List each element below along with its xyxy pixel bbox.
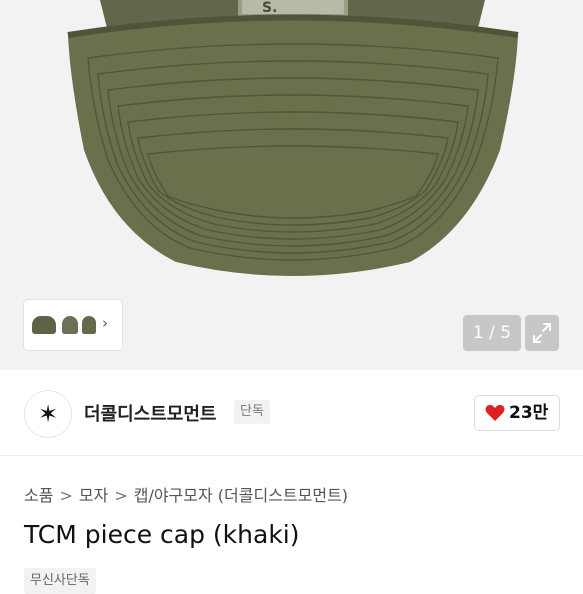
thumbnail-2[interactable] (62, 316, 78, 334)
breadcrumb: 소품 > 모자 > 캡/야구모자 (더콜디스트모먼트) (24, 482, 348, 506)
expand-button[interactable] (525, 315, 559, 351)
like-count: 23만 (509, 403, 549, 423)
chevron-right-icon[interactable]: › (102, 314, 108, 332)
breadcrumb-separator: > (59, 486, 73, 505)
breadcrumb-item-caps[interactable]: 캡/야구모자 (더콜디스트모먼트) (134, 486, 348, 505)
product-image-gallery[interactable]: S. › 1 / 5 (0, 0, 583, 370)
image-counter: 1 / 5 (463, 315, 521, 351)
product-title: TCM piece cap (khaki) (24, 520, 300, 549)
exclusive-tag: 무신사단독 (24, 568, 96, 594)
expand-icon (533, 323, 551, 343)
patch-label: S. (262, 0, 277, 16)
thumbnail-1[interactable] (32, 316, 56, 334)
breadcrumb-separator: > (114, 486, 128, 505)
thumbnail-3[interactable] (82, 316, 96, 334)
thumbnail-strip[interactable]: › (24, 300, 122, 350)
store-logo[interactable]: ✶ (24, 390, 72, 438)
star-logo-icon: ✶ (37, 400, 59, 428)
like-button[interactable]: 23만 (474, 395, 560, 431)
store-name[interactable]: 더콜디스트모먼트 (84, 400, 216, 426)
heart-icon (485, 404, 505, 421)
breadcrumb-item-hats[interactable]: 모자 (79, 486, 108, 505)
exclusive-badge: 단독 (234, 400, 270, 424)
breadcrumb-item-accessories[interactable]: 소품 (24, 486, 53, 505)
store-bar: ✶ 더콜디스트모먼트 단독 23만 (0, 370, 583, 456)
